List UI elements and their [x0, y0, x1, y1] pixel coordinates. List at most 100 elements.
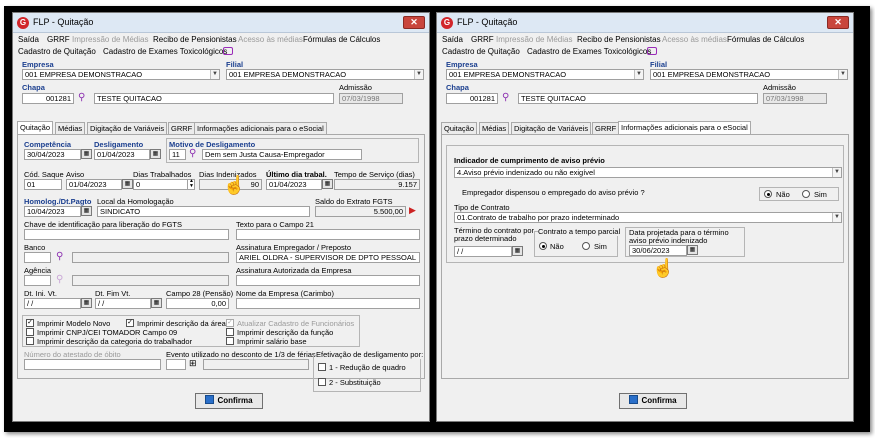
- checkbox-descricao-funcao[interactable]: [226, 328, 234, 336]
- menu-grrf[interactable]: GRRF: [471, 35, 494, 44]
- tab-esocial[interactable]: Informações adicionais para o eSocial: [194, 122, 327, 134]
- assinatura-input[interactable]: ARIEL OLDRA - SUPERVISOR DE DPTO PESSOAL: [236, 252, 420, 263]
- data-projetada-input[interactable]: 30/06/2023: [629, 245, 687, 256]
- calendar-icon[interactable]: ▦: [122, 179, 133, 189]
- chave-fgts-input[interactable]: [24, 229, 229, 240]
- menu-formulas-calculos[interactable]: Fórmulas de Cálculos: [303, 35, 380, 44]
- checkbox-modelo-novo[interactable]: ✓: [26, 319, 34, 327]
- admissao-label: Admissão: [763, 83, 796, 92]
- chevron-down-icon: ▼: [832, 213, 841, 222]
- chat-icon[interactable]: [223, 47, 233, 55]
- texto-campo21-input[interactable]: [236, 229, 420, 240]
- menu-cadastro-quitacao[interactable]: Cadastro de Quitação: [442, 47, 520, 56]
- empresa-select[interactable]: 001 EMPRESA DEMONSTRACAO ▼: [446, 69, 644, 80]
- tab-quitacao[interactable]: Quitação: [441, 122, 478, 134]
- print-fgts-icon[interactable]: ▶: [409, 205, 416, 216]
- dispensou-nao-label: Não: [776, 190, 790, 199]
- filial-select[interactable]: 001 EMPRESA DEMONSTRACAO ▼: [226, 69, 424, 80]
- menu-grrf[interactable]: GRRF: [47, 35, 70, 44]
- chevron-down-icon: ▼: [414, 70, 423, 79]
- checkbox-categoria-trabalhador[interactable]: [26, 337, 34, 345]
- ultimo-dia-input[interactable]: 01/04/2023: [266, 179, 322, 190]
- tab-medias[interactable]: Médias: [55, 122, 86, 134]
- menu-acesso-medias[interactable]: Acesso às médias: [238, 35, 303, 44]
- calendar-icon[interactable]: ▦: [687, 245, 698, 255]
- chat-icon[interactable]: [647, 47, 657, 55]
- tab-digitacao-variaveis[interactable]: Digitação de Variáveis: [87, 122, 168, 134]
- checkbox-substituicao[interactable]: [318, 378, 326, 386]
- tab-quitacao[interactable]: Quitação: [17, 121, 54, 134]
- radio-tempo-parcial-nao[interactable]: [539, 242, 547, 250]
- termino-input[interactable]: / /: [454, 246, 512, 257]
- menu-impressao-medias[interactable]: Impressão de Médias: [496, 35, 572, 44]
- nome-empresa-input[interactable]: [236, 298, 420, 309]
- radio-dispensou-nao[interactable]: [764, 190, 772, 198]
- menu-saida[interactable]: Saída: [18, 35, 39, 44]
- tab-grrf[interactable]: GRRF: [592, 122, 620, 134]
- banco-input[interactable]: [24, 252, 51, 263]
- aviso-input[interactable]: 01/04/2023: [66, 179, 122, 190]
- menu-impressao-medias[interactable]: Impressão de Médias: [72, 35, 148, 44]
- checkbox-reducao-quadro[interactable]: [318, 363, 326, 371]
- filial-select[interactable]: 001 EMPRESA DEMONSTRACAO ▼: [650, 69, 848, 80]
- binoculars-icon[interactable]: ⊞: [189, 358, 197, 369]
- menu-recibo-pensionistas[interactable]: Recibo de Pensionistas: [577, 35, 661, 44]
- menu-saida[interactable]: Saída: [442, 35, 463, 44]
- menu-recibo-pensionistas[interactable]: Recibo de Pensionistas: [153, 35, 237, 44]
- chave-fgts-label: Chave de identificação para liberação do…: [24, 220, 183, 229]
- tab-digitacao-variaveis[interactable]: Digitação de Variáveis: [511, 122, 592, 134]
- menu-exames-toxicologicos[interactable]: Cadastro de Exames Toxicológicos: [103, 47, 227, 56]
- desligamento-input[interactable]: 01/04/2023: [94, 149, 150, 160]
- menu-acesso-medias[interactable]: Acesso às médias: [662, 35, 727, 44]
- tab-esocial[interactable]: Informações adicionais para o eSocial: [618, 121, 751, 134]
- calendar-icon[interactable]: ▦: [150, 149, 161, 159]
- confirma-button[interactable]: Confirma: [195, 393, 263, 409]
- checkbox-descricao-area[interactable]: ✓: [126, 319, 134, 327]
- checkbox-salario-base[interactable]: [226, 337, 234, 345]
- search-icon[interactable]: ⚲: [56, 252, 63, 262]
- banco-label: Banco: [24, 243, 46, 252]
- assinatura-autorizada-input[interactable]: [236, 275, 420, 286]
- tab-medias[interactable]: Médias: [479, 122, 510, 134]
- chapa-input[interactable]: 001281: [446, 93, 498, 104]
- evento-input[interactable]: [166, 359, 186, 370]
- checkbox-cnpj-tomador[interactable]: [26, 328, 34, 336]
- calendar-icon[interactable]: ▦: [151, 298, 162, 308]
- search-icon[interactable]: ⚲: [189, 149, 196, 159]
- chapa-input[interactable]: 001281: [22, 93, 74, 104]
- spinner-icon[interactable]: ▲ ▼: [187, 179, 195, 189]
- tab-grrf[interactable]: GRRF: [168, 122, 196, 134]
- motivo-code-input[interactable]: 11: [169, 149, 186, 160]
- atestado-input[interactable]: [24, 359, 161, 370]
- close-button[interactable]: ✕: [403, 16, 425, 29]
- menu-formulas-calculos[interactable]: Fórmulas de Cálculos: [727, 35, 804, 44]
- dt-fim-vt-input[interactable]: / /: [95, 298, 151, 309]
- close-button[interactable]: ✕: [827, 16, 849, 29]
- radio-dispensou-sim[interactable]: [802, 190, 810, 198]
- calendar-icon[interactable]: ▦: [512, 246, 523, 256]
- cod-saque-input[interactable]: 01: [24, 179, 62, 190]
- checkbox-atualizar-cadastro[interactable]: ✓: [226, 319, 234, 327]
- local-homolog-input[interactable]: SINDICATO: [97, 206, 310, 217]
- empresa-select[interactable]: 001 EMPRESA DEMONSTRACAO ▼: [22, 69, 220, 80]
- campo28-input[interactable]: 0,00: [166, 298, 229, 309]
- search-icon[interactable]: ⚲: [78, 93, 85, 103]
- confirma-button[interactable]: Confirma: [619, 393, 687, 409]
- agencia-input[interactable]: [24, 275, 51, 286]
- calendar-icon[interactable]: ▦: [322, 179, 333, 189]
- tipo-contrato-select[interactable]: 01.Contrato de trabalho por prazo indete…: [454, 212, 842, 223]
- indicador-select[interactable]: 4.Aviso prévio indenizado ou não exigíve…: [454, 167, 842, 178]
- search-icon[interactable]: ⚲: [502, 93, 509, 103]
- calendar-icon[interactable]: ▦: [81, 206, 92, 216]
- menu-cadastro-quitacao[interactable]: Cadastro de Quitação: [18, 47, 96, 56]
- dias-trabalhados-input[interactable]: 0: [133, 179, 195, 190]
- dt-ini-vt-input[interactable]: / /: [24, 298, 81, 309]
- calendar-icon[interactable]: ▦: [81, 149, 92, 159]
- homolog-input[interactable]: 10/04/2023: [24, 206, 81, 217]
- radio-tempo-parcial-sim[interactable]: [582, 242, 590, 250]
- menu-exames-toxicologicos[interactable]: Cadastro de Exames Toxicológicos: [527, 47, 651, 56]
- efetivacao-opt2-label: 2 - Substituição: [329, 378, 381, 387]
- calendar-icon[interactable]: ▦: [81, 298, 92, 308]
- competencia-input[interactable]: 30/04/2023: [24, 149, 81, 160]
- search-icon[interactable]: ⚲: [56, 275, 63, 285]
